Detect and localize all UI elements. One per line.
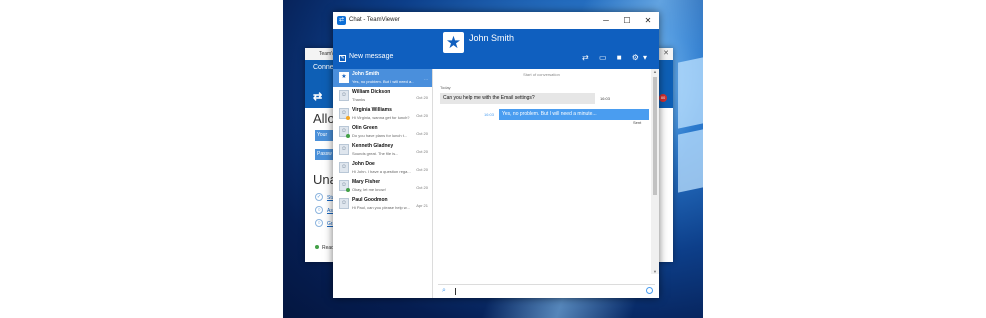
tv-close-icon[interactable]: ✕: [663, 48, 669, 60]
conversation-preview: Do you have plans for lunch t...: [352, 133, 408, 138]
conversation-date: Oct 20: [416, 131, 428, 136]
incoming-message: Can you help me with the Email settings?: [440, 93, 595, 104]
conversation-date: Oct 20: [416, 113, 428, 118]
status-dot-icon: [315, 245, 319, 249]
new-message-button[interactable]: ✎ New message: [339, 53, 393, 62]
outgoing-message-time: 16:03: [484, 112, 495, 117]
start-of-conversation-label: Start of conversation: [523, 72, 560, 77]
conversation-list: ★ John Smith Yes, no problem. But I will…: [333, 69, 433, 298]
incoming-message-time: 16:03: [600, 96, 611, 101]
tv-connect-arrows-icon[interactable]: ⇄: [313, 90, 322, 103]
chat-header: ✎ New message ★ John Smith ⇄ ▭ ■ ⚙▾: [333, 29, 659, 69]
conversation-item[interactable]: ★ John Smith Yes, no problem. But I will…: [333, 69, 432, 87]
conversation-pane: Start of conversation Today Can you help…: [434, 69, 659, 298]
conversation-date: Oct 20: [416, 167, 428, 172]
conversation-date: Oct 20: [416, 185, 428, 190]
conversation-date: Apr 21: [416, 203, 428, 208]
tv-check-icon: ✓: [315, 193, 323, 201]
scrollbar-thumb[interactable]: [653, 77, 657, 195]
avatar: ☺: [339, 144, 349, 155]
tv-status: Read: [315, 245, 334, 251]
avatar: ☺: [339, 198, 349, 209]
conversation-name: John Smith: [352, 71, 380, 77]
tv-check-icon: ○: [315, 219, 323, 227]
tv-check-icon: ○: [315, 206, 323, 214]
status-dot-icon: [346, 188, 350, 192]
chat-window-title: Chat - TeamViewer: [349, 17, 400, 23]
status-dot-icon: [346, 134, 350, 138]
conversation-date: Oct 20: [416, 149, 428, 154]
avatar: ☺: [339, 90, 349, 101]
conversation-name: Mary Fisher: [352, 179, 381, 185]
conversation-item[interactable]: ☺ Kenneth Gladney Sounds great. The file…: [333, 141, 432, 159]
attachment-icon[interactable]: ⌕: [442, 287, 446, 295]
chat-titlebar: ⇄ Chat - TeamViewer ─ ☐ ✕: [333, 12, 659, 29]
conversation-item[interactable]: ☺ Paul Goodmon Hi Paul, can you please h…: [333, 195, 432, 213]
conversation-name: Olin Green: [352, 125, 378, 131]
window-pane: [678, 57, 703, 129]
conversation-item[interactable]: ☺ Olin Green Do you have plans for lunch…: [333, 123, 432, 141]
status-dot-icon: [346, 116, 350, 120]
window-pane: [678, 129, 703, 193]
conversation-date: Oct 20: [416, 95, 428, 100]
conversation-item[interactable]: ☺ John Doe Hi John. I have a question re…: [333, 159, 432, 177]
outgoing-message: Yes, no problem. But I will need a minut…: [499, 109, 649, 120]
header-actions[interactable]: ⇄ ▭ ■ ⚙▾: [582, 53, 651, 62]
message-input[interactable]: ⌕: [438, 284, 655, 297]
compose-icon: ✎: [339, 55, 346, 62]
contact-avatar: ★: [443, 32, 464, 53]
conversation-preview: Hi Paul, can you please help w...: [352, 205, 410, 210]
emoji-icon[interactable]: [646, 287, 653, 294]
tv-notification-badge[interactable]: 80: [659, 94, 667, 102]
conversation-name: William Dickson: [352, 89, 391, 95]
scroll-up-icon[interactable]: ▲: [651, 69, 659, 74]
conversation-preview: Sounds great. The file is...: [352, 151, 399, 156]
conversation-more-icon[interactable]: ···: [424, 77, 428, 82]
conversation-preview: Hi John. I have a question rega...: [352, 169, 411, 174]
conversation-preview: Hi Virginia, wanna get for lunch?: [352, 115, 410, 120]
conversation-scrollbar[interactable]: ▲ ▼: [651, 69, 659, 274]
conversation-name: Paul Goodmon: [352, 197, 388, 203]
day-separator: Today: [440, 85, 451, 90]
avatar: ☺: [339, 162, 349, 173]
close-button[interactable]: ✕: [639, 12, 657, 29]
conversation-name: Kenneth Gladney: [352, 143, 394, 149]
conversation-name: Virginia Williams: [352, 107, 392, 113]
minimize-button[interactable]: ─: [597, 12, 615, 29]
conversation-preview: Thanks: [352, 97, 366, 102]
text-caret: [455, 288, 456, 295]
conversation-name: John Doe: [352, 161, 375, 167]
conversation-item[interactable]: ☺ Mary Fisher Okay, let me know! Oct 20: [333, 177, 432, 195]
new-message-label: New message: [349, 53, 394, 60]
scroll-down-icon[interactable]: ▼: [651, 269, 659, 274]
avatar: ★: [339, 72, 349, 83]
message-status: Sent: [633, 120, 642, 125]
maximize-button[interactable]: ☐: [618, 12, 636, 29]
conversation-preview: Okay, let me know!: [352, 187, 386, 192]
conversation-item[interactable]: ☺ Virginia Williams Hi Virginia, wanna g…: [333, 105, 432, 123]
teamviewer-logo-icon: ⇄: [337, 16, 346, 25]
chat-window[interactable]: ⇄ Chat - TeamViewer ─ ☐ ✕ ✎ New message ★…: [333, 12, 659, 298]
conversation-item[interactable]: ☺ William Dickson Thanks Oct 20: [333, 87, 432, 105]
conversation-preview: Yes, no problem. But I will need a...: [352, 79, 414, 84]
contact-name: John Smith: [469, 33, 515, 43]
